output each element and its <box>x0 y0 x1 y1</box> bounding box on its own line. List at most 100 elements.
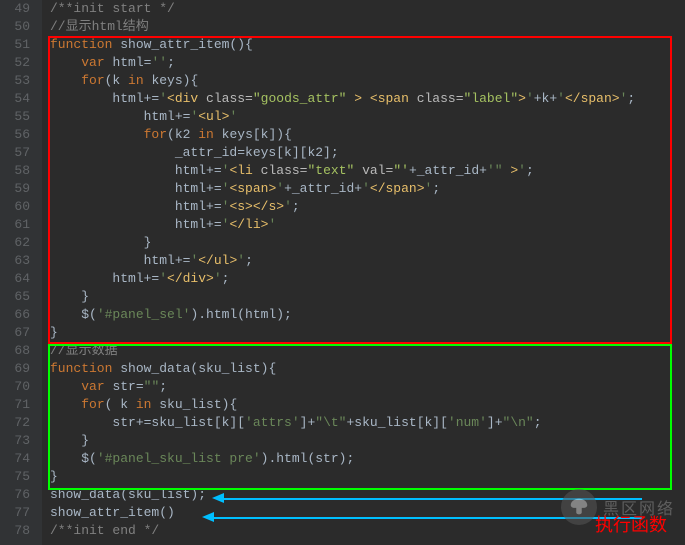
line-number: 57 <box>0 144 30 162</box>
code-line[interactable]: //显示html结构 <box>50 18 685 36</box>
code-token: </span> <box>565 91 620 106</box>
code-token: html+= <box>50 253 190 268</box>
code-token: "' <box>393 163 409 178</box>
code-token: '" <box>487 163 503 178</box>
code-line[interactable]: var str=""; <box>50 378 685 396</box>
code-token <box>50 379 81 394</box>
code-token: '#panel_sku_list pre' <box>97 451 261 466</box>
code-token: 'num' <box>448 415 487 430</box>
code-token: show_attr_item() <box>50 505 175 520</box>
code-editor[interactable]: 4950515253545556575859606162636465666768… <box>0 0 685 545</box>
line-number: 49 <box>0 0 30 18</box>
code-token: +_attr_id+ <box>284 181 362 196</box>
code-token: class= <box>261 163 308 178</box>
code-token: "goods_attr" <box>253 91 347 106</box>
code-line[interactable]: $('#panel_sel').html(html); <box>50 306 685 324</box>
code-token: //显示数据 <box>50 343 118 358</box>
code-line[interactable]: /**init end */ <box>50 522 685 540</box>
line-number: 77 <box>0 504 30 522</box>
code-line[interactable]: html+='<div class="goods_attr" > <span c… <box>50 90 685 108</box>
code-token: html= <box>112 55 151 70</box>
code-token: function <box>50 361 120 376</box>
code-line[interactable]: html+='</div>'; <box>50 270 685 288</box>
code-token: "label" <box>464 91 519 106</box>
line-number-gutter: 4950515253545556575859606162636465666768… <box>0 0 42 545</box>
line-number: 55 <box>0 108 30 126</box>
code-token: str+=sku_list[k][ <box>50 415 245 430</box>
code-line[interactable]: show_attr_item() <box>50 504 685 522</box>
code-token: ' <box>159 91 167 106</box>
code-line[interactable]: } <box>50 468 685 486</box>
code-line[interactable]: html+='<li class="text" val="'+_attr_id+… <box>50 162 685 180</box>
code-token <box>50 73 81 88</box>
code-token: ; <box>167 55 175 70</box>
code-line[interactable]: } <box>50 234 685 252</box>
code-token: ).html(html); <box>190 307 291 322</box>
code-token: in <box>128 73 144 88</box>
code-token: <ul> <box>198 109 229 124</box>
line-number: 58 <box>0 162 30 180</box>
code-token: show_data(sku_list); <box>50 487 206 502</box>
line-number: 50 <box>0 18 30 36</box>
code-token: '#panel_sel' <box>97 307 191 322</box>
code-line[interactable]: for(k in keys){ <box>50 72 685 90</box>
code-token: ; <box>245 253 253 268</box>
code-line[interactable]: function show_attr_item(){ <box>50 36 685 54</box>
code-token: show_attr_item(){ <box>120 37 253 52</box>
code-token: (k2 <box>167 127 198 142</box>
code-line[interactable]: str+=sku_list[k]['attrs']+"\t"+sku_list[… <box>50 414 685 432</box>
line-number: 54 <box>0 90 30 108</box>
line-number: 76 <box>0 486 30 504</box>
code-line[interactable]: html+='<s></s>'; <box>50 198 685 216</box>
code-token: </span> <box>370 181 425 196</box>
code-line[interactable]: for( k in sku_list){ <box>50 396 685 414</box>
code-token: html+= <box>50 181 222 196</box>
code-line[interactable]: } <box>50 432 685 450</box>
code-line[interactable]: html+='</li>' <box>50 216 685 234</box>
code-token: ' <box>229 109 237 124</box>
code-token: $( <box>50 307 97 322</box>
code-token: html+= <box>50 271 159 286</box>
code-token: ; <box>534 415 542 430</box>
code-line[interactable]: /**init start */ <box>50 0 685 18</box>
code-token: +k+ <box>534 91 557 106</box>
line-number: 60 <box>0 198 30 216</box>
code-line[interactable]: show_data(sku_list); <box>50 486 685 504</box>
code-token: ' <box>526 91 534 106</box>
code-line[interactable]: html+='<ul>' <box>50 108 685 126</box>
code-token: ' <box>557 91 565 106</box>
code-line[interactable]: for(k2 in keys[k]){ <box>50 126 685 144</box>
code-token: +_attr_id+ <box>409 163 487 178</box>
code-line[interactable]: //显示数据 <box>50 342 685 360</box>
line-number: 61 <box>0 216 30 234</box>
code-token: 'attrs' <box>245 415 300 430</box>
line-number: 74 <box>0 450 30 468</box>
code-token: ' <box>518 163 526 178</box>
code-line[interactable]: _attr_id=keys[k][k2]; <box>50 144 685 162</box>
code-token: /**init end */ <box>50 523 159 538</box>
code-token: ' <box>268 217 276 232</box>
code-token: in <box>136 397 152 412</box>
code-token: </li> <box>229 217 268 232</box>
code-line[interactable]: $('#panel_sku_list pre').html(str); <box>50 450 685 468</box>
code-token: } <box>50 235 151 250</box>
code-token: $( <box>50 451 97 466</box>
code-token: ( k <box>105 397 136 412</box>
code-line[interactable]: function show_data(sku_list){ <box>50 360 685 378</box>
code-area[interactable]: /**init start *///显示html结构 function show_… <box>42 0 685 545</box>
line-number: 59 <box>0 180 30 198</box>
code-token: ; <box>526 163 534 178</box>
code-token: </div> <box>167 271 214 286</box>
code-line[interactable]: html+='<span>'+_attr_id+'</span>'; <box>50 180 685 198</box>
line-number: 53 <box>0 72 30 90</box>
code-token: (k <box>105 73 128 88</box>
annotation-label: 执行函数 <box>595 511 667 537</box>
code-line[interactable]: } <box>50 288 685 306</box>
code-token: ' <box>214 271 222 286</box>
code-token: //显示html结构 <box>50 19 149 34</box>
line-number: 66 <box>0 306 30 324</box>
code-line[interactable]: html+='</ul>'; <box>50 252 685 270</box>
code-line[interactable]: } <box>50 324 685 342</box>
code-line[interactable]: var html=''; <box>50 54 685 72</box>
code-token: ' <box>362 181 370 196</box>
